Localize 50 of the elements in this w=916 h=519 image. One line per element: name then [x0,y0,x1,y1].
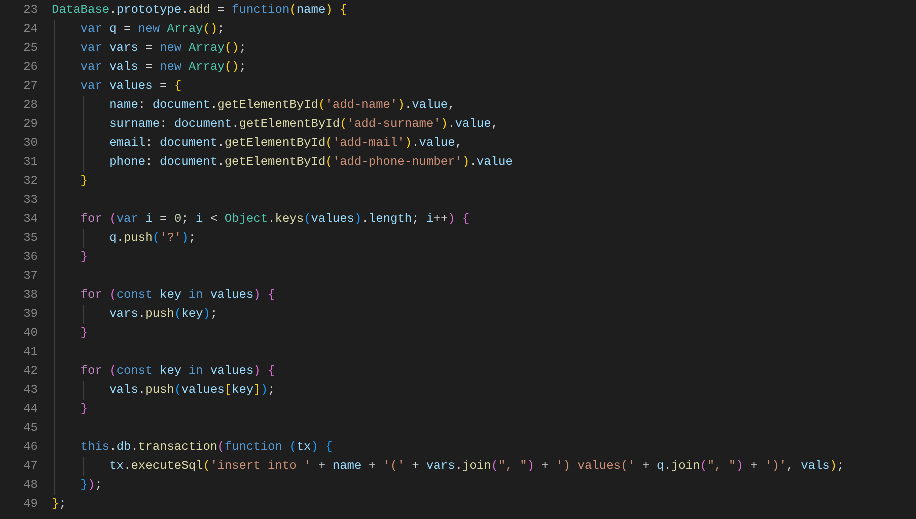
code-line: } [80,250,88,264]
line-number: 36 [22,249,38,266]
code-line: var vals = new Array(); [80,60,246,74]
code-line: } [80,402,88,416]
code-line: var vars = new Array(); [80,41,246,55]
line-number: 29 [22,116,38,133]
line-number: 49 [22,496,38,513]
code-line: tx.executeSql('insert into ' + name + '(' + vars.join(", ") + ') values(' + q.join(", ") + ')', vals); [108,459,844,473]
code-line: phone: document.getElementById('add-phone-number').value [108,155,513,169]
line-number: 40 [22,325,38,342]
code-line: for (var i = 0; i < Object.keys(values).length; i++) { [80,212,470,226]
line-number: 37 [22,268,38,285]
line-number: 41 [22,344,38,361]
line-number: 46 [22,439,38,456]
line-number: 34 [22,211,38,228]
code-line: for (const key in values) { [80,364,276,378]
line-number: 23 [22,2,38,19]
line-number: 44 [22,401,38,418]
code-line: } [80,326,88,340]
line-number: 30 [22,135,38,152]
line-number: 27 [22,78,38,95]
line-number: 33 [22,192,38,209]
line-number: 42 [22,363,38,380]
code-line: var q = new Array(); [80,22,225,36]
line-number: 47 [22,458,38,475]
line-number: 38 [22,287,38,304]
code-line: var values = { [80,79,182,93]
line-number: 25 [22,40,38,57]
line-number: 28 [22,97,38,114]
code-line: } [80,174,88,188]
line-number: 39 [22,306,38,323]
line-number: 45 [22,420,38,437]
code-line: vals.push(values[key]); [108,383,276,397]
code-line: vars.push(key); [108,307,218,321]
code-line: for (const key in values) { [80,288,276,302]
code-line: email: document.getElementById('add-mail').value, [108,136,463,150]
line-number: 32 [22,173,38,190]
code-line: }); [80,478,102,492]
code-line: name: document.getElementById('add-name').value, [108,98,456,112]
line-number: 24 [22,21,38,38]
line-number: 26 [22,59,38,76]
line-number: 48 [22,477,38,494]
line-number: 43 [22,382,38,399]
line-number: 31 [22,154,38,171]
line-number: 35 [22,230,38,247]
code-line: surname: document.getElementById('add-surname').value, [108,117,499,131]
code-line: this.db.transaction(function (tx) { [80,440,333,454]
code-line: }; [52,497,66,511]
code-line: DataBase.prototype.add = function(name) { [52,3,348,17]
code-line: q.push('?'); [108,231,196,245]
